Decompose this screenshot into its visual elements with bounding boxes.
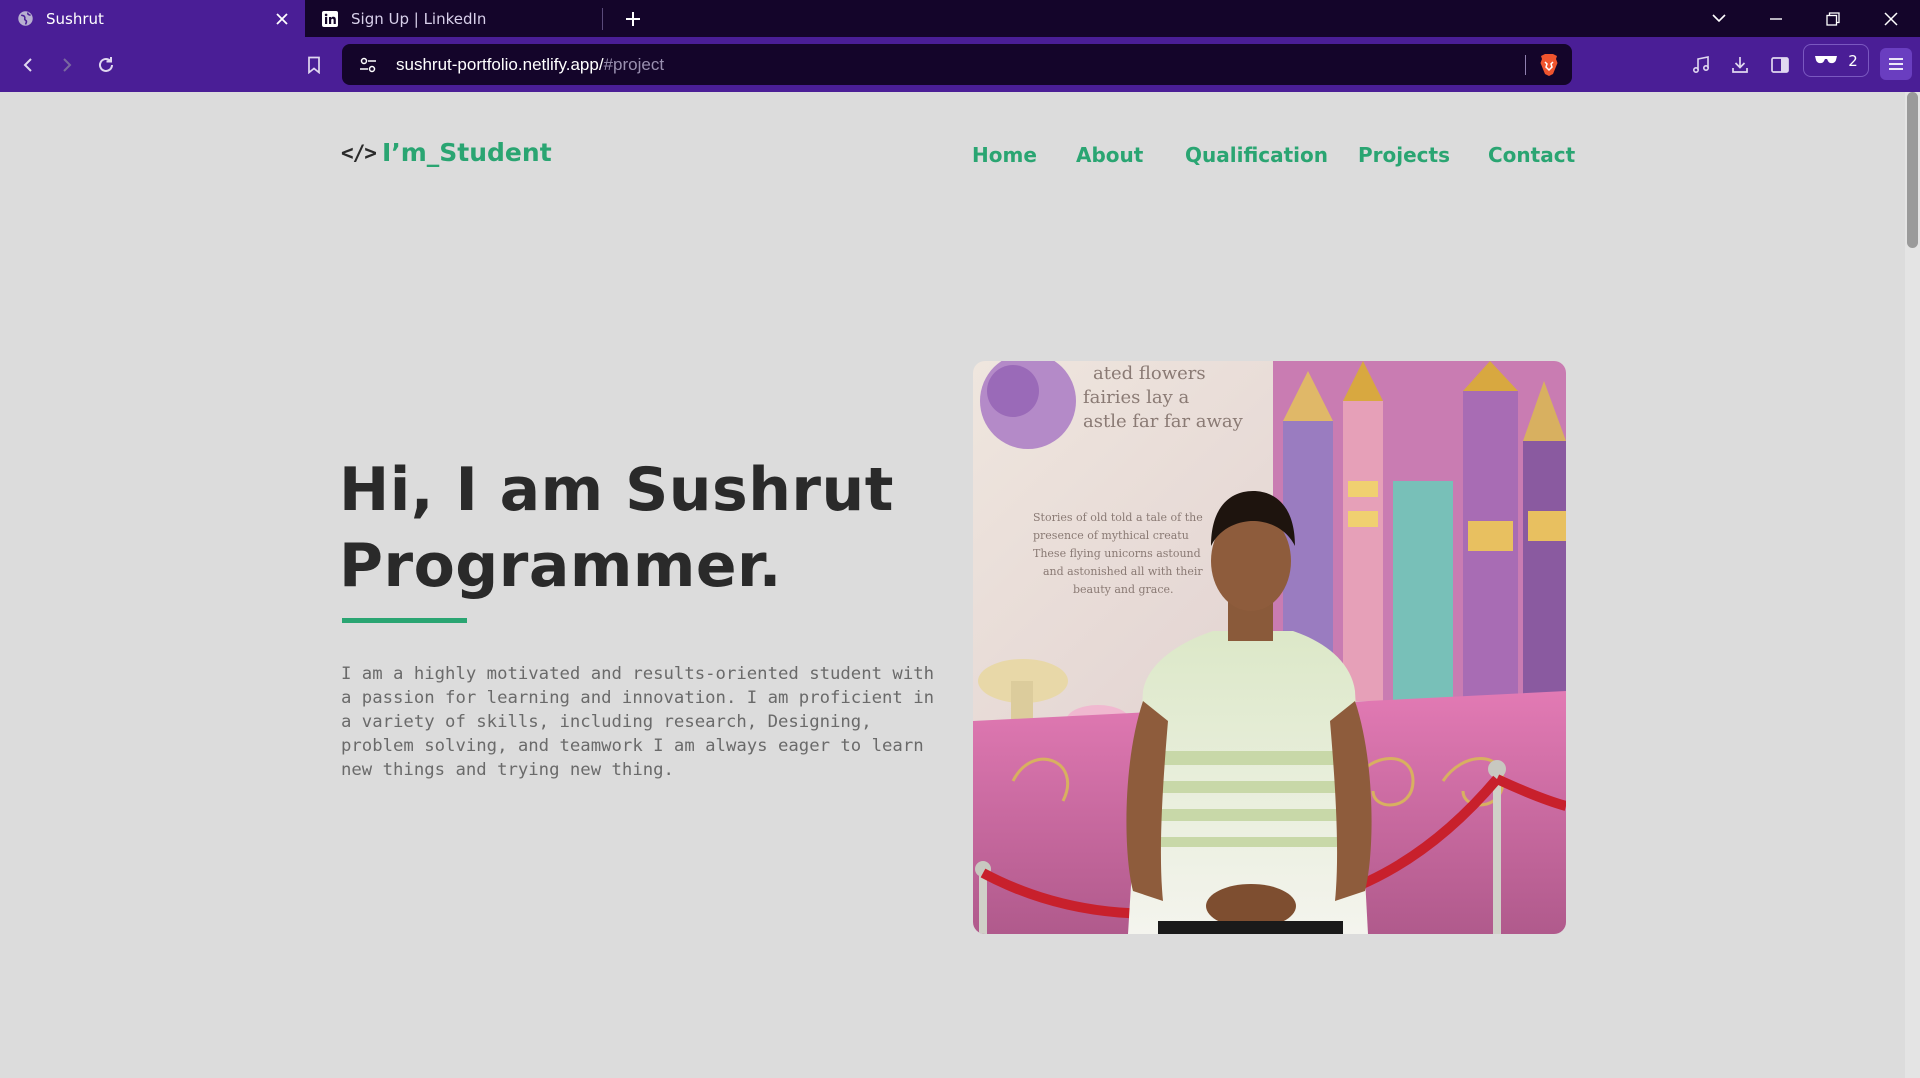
menu-icon[interactable] <box>1880 48 1912 80</box>
sidebar-icon[interactable] <box>1765 50 1795 80</box>
wall-text: and astonished all with their <box>1043 565 1203 578</box>
tab-title: Sushrut <box>46 9 104 28</box>
tab-list-chevron-icon[interactable] <box>1690 0 1748 37</box>
hero-title-line2: Programmer. <box>339 531 782 601</box>
tab-title: Sign Up | LinkedIn <box>351 9 487 28</box>
nav-about[interactable]: About <box>1076 143 1143 167</box>
brave-shields-icon[interactable] <box>1538 53 1560 77</box>
nav-home[interactable]: Home <box>972 143 1037 167</box>
nav-contact[interactable]: Contact <box>1488 143 1575 167</box>
site-logo[interactable]: </> I’m_Student <box>341 138 552 167</box>
new-tab-button[interactable] <box>620 6 646 32</box>
close-window-button[interactable] <box>1862 0 1920 37</box>
scrollbar-thumb[interactable] <box>1907 92 1918 248</box>
wall-text: Stories of old told a tale of the <box>1033 511 1203 524</box>
nav-projects[interactable]: Projects <box>1358 143 1450 167</box>
tab-strip: Sushrut Sign Up | LinkedIn <box>0 0 1920 37</box>
hero-title: Hi, I am Sushrut Programmer. <box>339 452 959 604</box>
wall-text: astle far far away <box>1083 411 1244 432</box>
reload-button[interactable] <box>91 50 121 80</box>
bookmark-icon[interactable] <box>299 50 329 80</box>
site-settings-icon[interactable] <box>356 53 380 77</box>
page-content: </> I’m_Student Home About Qualification… <box>0 92 1905 1078</box>
restore-button[interactable] <box>1804 0 1862 37</box>
globe-icon <box>16 10 34 28</box>
profile-photo: ated flowers fairies lay a astle far far… <box>973 361 1566 934</box>
tab-sushrut[interactable]: Sushrut <box>0 0 305 37</box>
address-bar[interactable]: sushrut-portfolio.netlify.app/#project <box>342 44 1572 85</box>
wall-text: beauty and grace. <box>1073 583 1174 596</box>
tab-linkedin[interactable]: Sign Up | LinkedIn <box>305 0 610 37</box>
forward-button[interactable] <box>52 50 82 80</box>
minimize-button[interactable] <box>1747 0 1805 37</box>
back-button[interactable] <box>13 50 43 80</box>
nav-qualification[interactable]: Qualification <box>1185 143 1328 167</box>
profile-photo-illustration: ated flowers fairies lay a astle far far… <box>973 361 1566 934</box>
tab-separator <box>602 8 603 30</box>
wall-text: fairies lay a <box>1083 387 1190 408</box>
wall-text: presence of mythical creatu <box>1033 529 1189 542</box>
glasses-icon <box>1814 52 1838 70</box>
download-icon[interactable] <box>1725 50 1755 80</box>
media-icon[interactable] <box>1686 50 1716 80</box>
hero-accent-line <box>342 618 467 623</box>
code-icon: </> <box>341 140 377 165</box>
wall-text: These flying unicorns astound <box>1033 547 1201 560</box>
linkedin-icon <box>321 10 339 28</box>
url-host: sushrut-portfolio.netlify.app/ <box>396 54 604 74</box>
url-text[interactable]: sushrut-portfolio.netlify.app/#project <box>396 55 664 75</box>
vpn-button[interactable]: 2 <box>1803 44 1869 77</box>
wall-text: ated flowers <box>1093 363 1206 384</box>
hero-title-line1: Hi, I am Sushrut <box>339 455 894 525</box>
close-tab-icon[interactable] <box>273 10 291 28</box>
url-divider <box>1525 55 1526 75</box>
hero-description: I am a highly motivated and results-orie… <box>341 664 935 780</box>
vpn-count: 2 <box>1848 51 1858 70</box>
url-path: #project <box>603 54 665 74</box>
browser-toolbar: sushrut-portfolio.netlify.app/#project 2 <box>0 37 1920 92</box>
logo-text: I’m_Student <box>381 138 552 167</box>
